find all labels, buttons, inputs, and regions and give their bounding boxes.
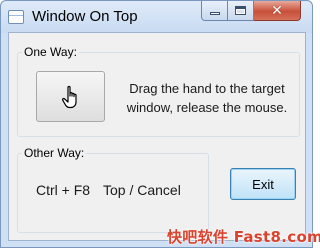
one-way-group: One Way: Drag the hand to the target win… [17, 45, 300, 137]
title-bar[interactable]: Window On Top ✕ [1, 1, 312, 33]
app-window-icon[interactable] [8, 10, 24, 24]
minimize-button[interactable] [201, 1, 228, 21]
minimize-icon [209, 12, 220, 15]
maximize-button[interactable] [228, 1, 254, 21]
hand-pointer-icon [61, 85, 77, 108]
close-icon: ✕ [271, 2, 283, 19]
app-window: Window On Top ✕ One Way: Drag the hand t… [0, 0, 320, 248]
drag-instructions: Drag the hand to the target window, rele… [126, 81, 288, 115]
watermark-text: 快吧软件 Fast8.com [167, 228, 320, 246]
caption-buttons: ✕ [201, 1, 301, 21]
window-title: Window On Top [32, 8, 138, 25]
exit-button[interactable]: Exit [230, 168, 296, 200]
drag-hand-button[interactable] [36, 71, 105, 122]
client-area: One Way: Drag the hand to the target win… [8, 32, 306, 241]
one-way-label: One Way: [22, 45, 79, 59]
other-way-group: Other Way: Ctrl + F8 Top / Cancel [17, 146, 209, 233]
maximize-icon [235, 6, 246, 15]
close-button[interactable]: ✕ [254, 1, 301, 21]
hotkey-text: Ctrl + F8 [36, 182, 91, 198]
other-way-label: Other Way: [22, 146, 87, 160]
hotkey-action-text: Top / Cancel [103, 182, 181, 198]
